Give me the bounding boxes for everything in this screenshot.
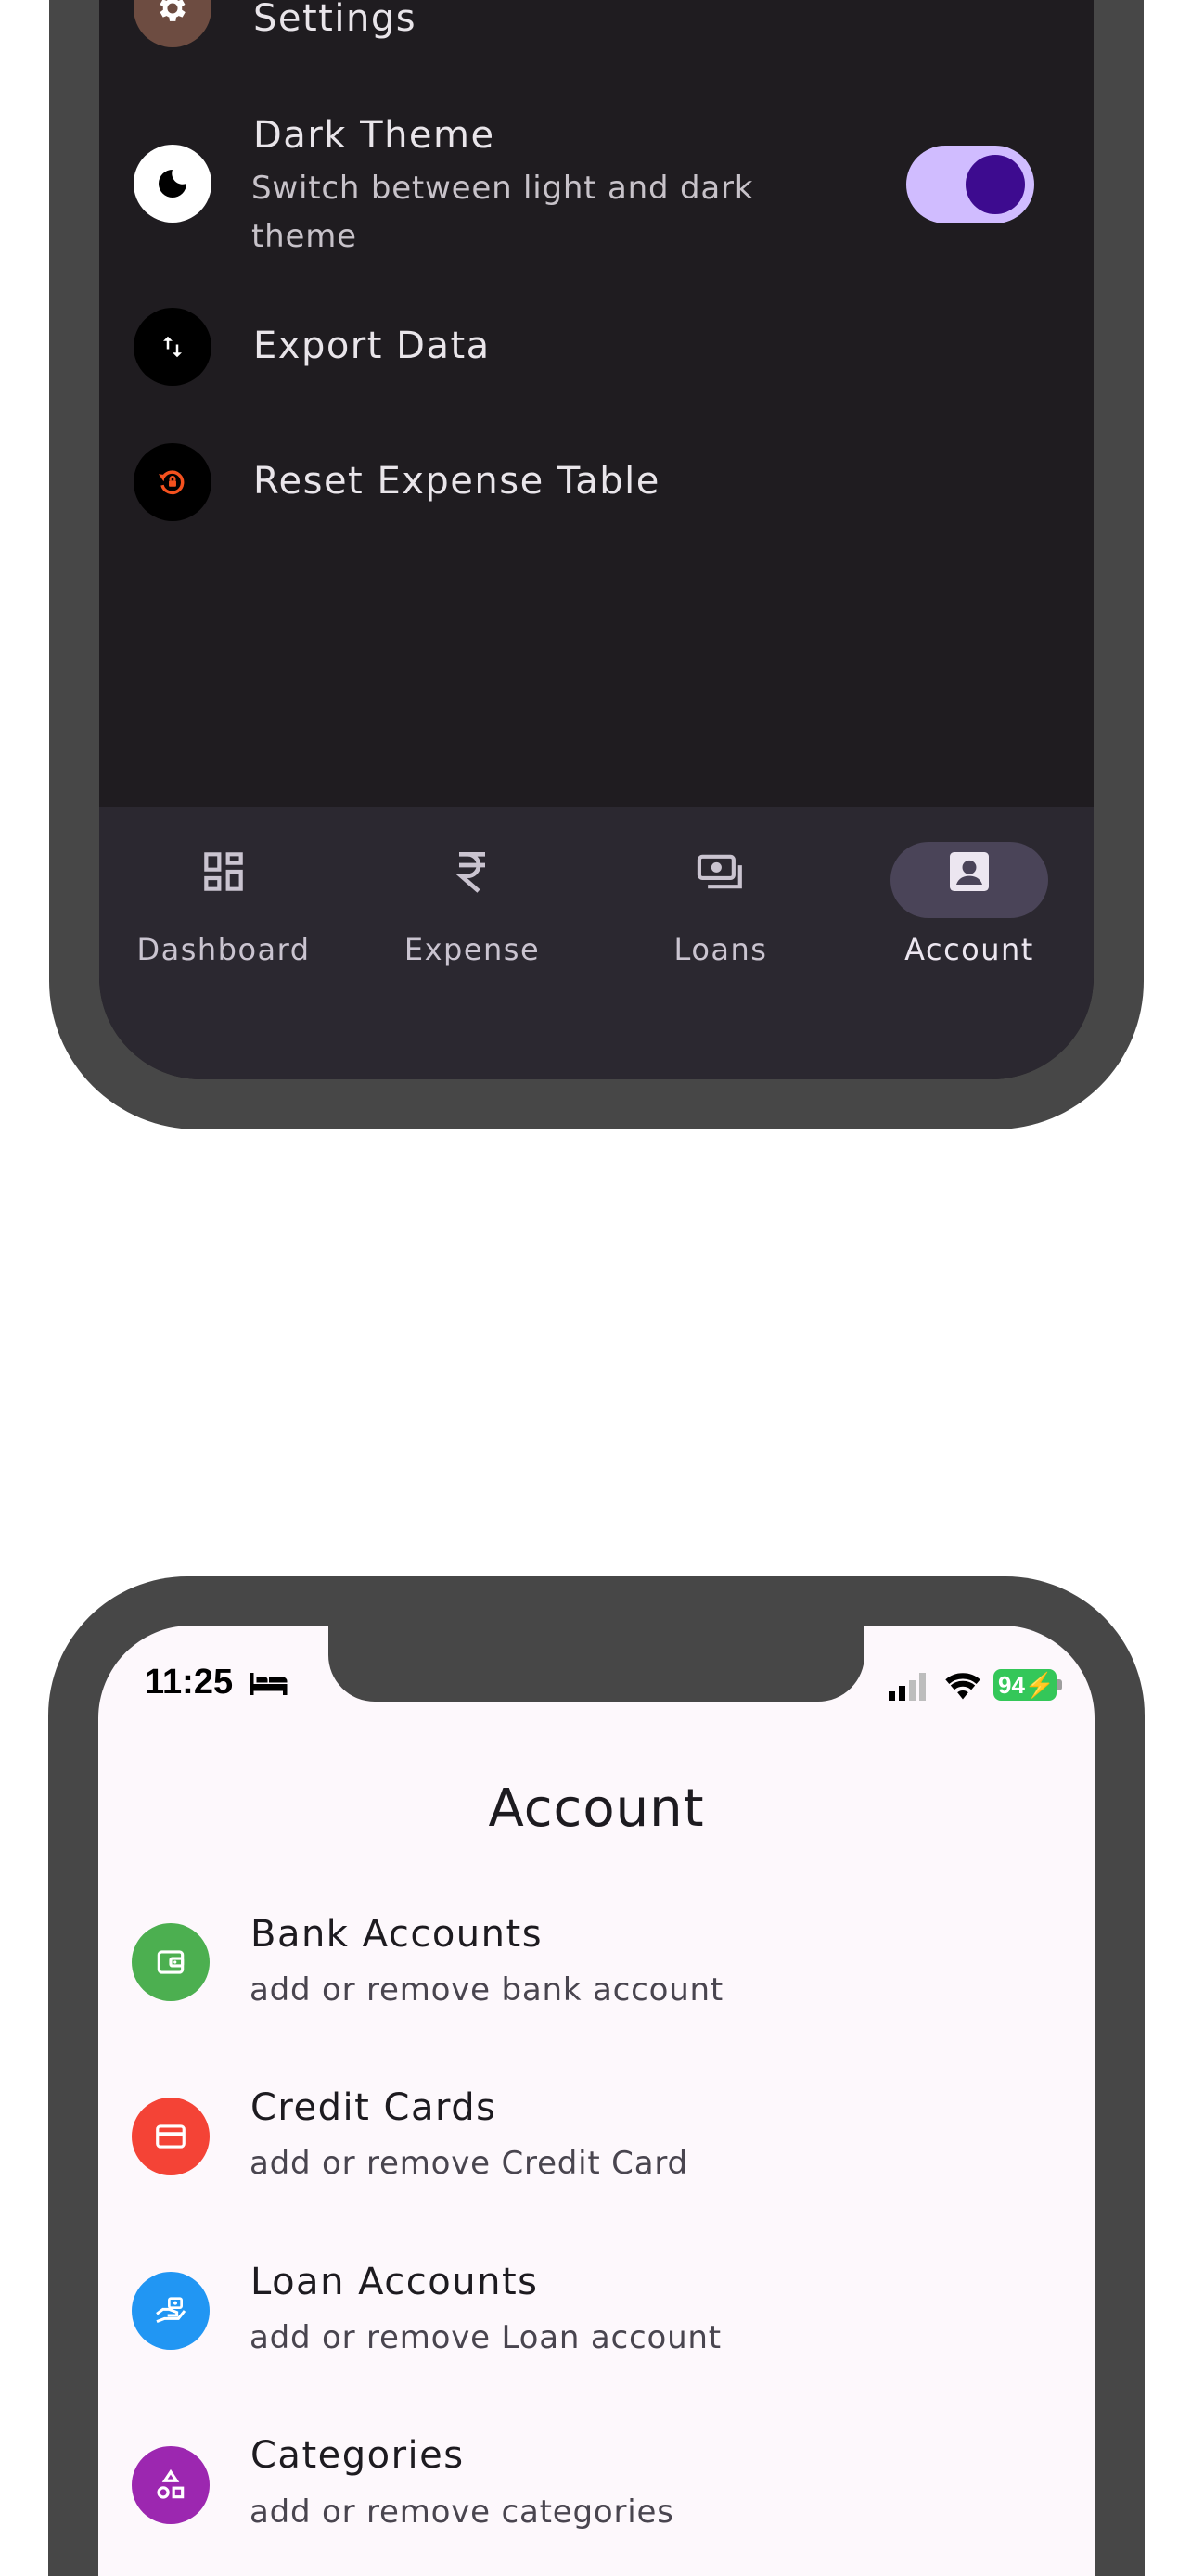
charging-bolt-icon: ⚡ bbox=[1024, 1671, 1056, 1699]
bed-icon bbox=[247, 1670, 291, 1702]
light-account-screen bbox=[98, 1626, 1095, 2576]
nav-dashboard-label: Dashboard bbox=[136, 932, 311, 967]
rupee-icon bbox=[446, 846, 498, 901]
wifi-icon bbox=[942, 1668, 983, 1703]
categories-title: Categories bbox=[250, 2434, 465, 2477]
battery-level: 94 bbox=[998, 1671, 1025, 1699]
wallet-icon bbox=[132, 1923, 210, 2001]
reset-expense-title: Reset Expense Table bbox=[253, 460, 660, 503]
bank-accounts-subtitle: add or remove bank account bbox=[250, 1971, 724, 2009]
nav-account-label: Account bbox=[904, 932, 1034, 967]
home-indicator bbox=[320, 1231, 678, 1243]
category-icon bbox=[132, 2446, 210, 2524]
nav-expense-label: Expense bbox=[403, 932, 541, 967]
loan-accounts-title: Loan Accounts bbox=[250, 2261, 539, 2303]
nav-account[interactable]: Account bbox=[845, 807, 1094, 992]
dark-theme-title: Dark Theme bbox=[253, 114, 495, 157]
battery-tip bbox=[1057, 1679, 1062, 1690]
credit-cards-subtitle: add or remove Credit Card bbox=[250, 2145, 688, 2182]
nav-dashboard[interactable]: Dashboard bbox=[99, 807, 348, 992]
export-data-title: Export Data bbox=[253, 325, 491, 367]
swap-vertical-icon bbox=[134, 308, 211, 386]
reset-icon bbox=[134, 443, 211, 521]
dark-account-screen: Settings Dark Theme Switch between light… bbox=[99, 0, 1094, 1079]
moon-icon bbox=[134, 145, 211, 223]
bank-accounts-title: Bank Accounts bbox=[250, 1913, 544, 1956]
status-time: 11:25 bbox=[145, 1663, 234, 1702]
settings-title: Settings bbox=[253, 0, 417, 40]
credit-cards-title: Credit Cards bbox=[250, 2086, 497, 2129]
bottom-navigation-bar: Dashboard Expense Loans Account bbox=[99, 807, 1094, 1079]
dark-theme-toggle[interactable] bbox=[906, 146, 1034, 223]
nav-loans-label: Loans bbox=[673, 932, 768, 967]
gear-icon bbox=[134, 0, 211, 47]
battery-indicator: 94⚡ bbox=[993, 1669, 1057, 1701]
page-title: Account bbox=[488, 1779, 705, 1839]
nav-expense[interactable]: Expense bbox=[348, 807, 596, 992]
loan-hand-icon bbox=[132, 2272, 210, 2350]
phone-notch bbox=[328, 1626, 864, 1702]
nav-loans[interactable]: Loans bbox=[596, 807, 845, 992]
loan-accounts-subtitle: add or remove Loan account bbox=[250, 2319, 722, 2356]
payments-icon bbox=[693, 846, 749, 901]
signal-icon bbox=[889, 1673, 929, 1704]
toggle-knob bbox=[966, 155, 1025, 214]
account-box-icon bbox=[943, 846, 995, 901]
dashboard-icon bbox=[198, 846, 250, 901]
categories-subtitle: add or remove categories bbox=[250, 2493, 674, 2531]
credit-card-icon bbox=[132, 2098, 210, 2175]
dark-theme-subtitle: Switch between light and dark theme bbox=[251, 170, 754, 255]
